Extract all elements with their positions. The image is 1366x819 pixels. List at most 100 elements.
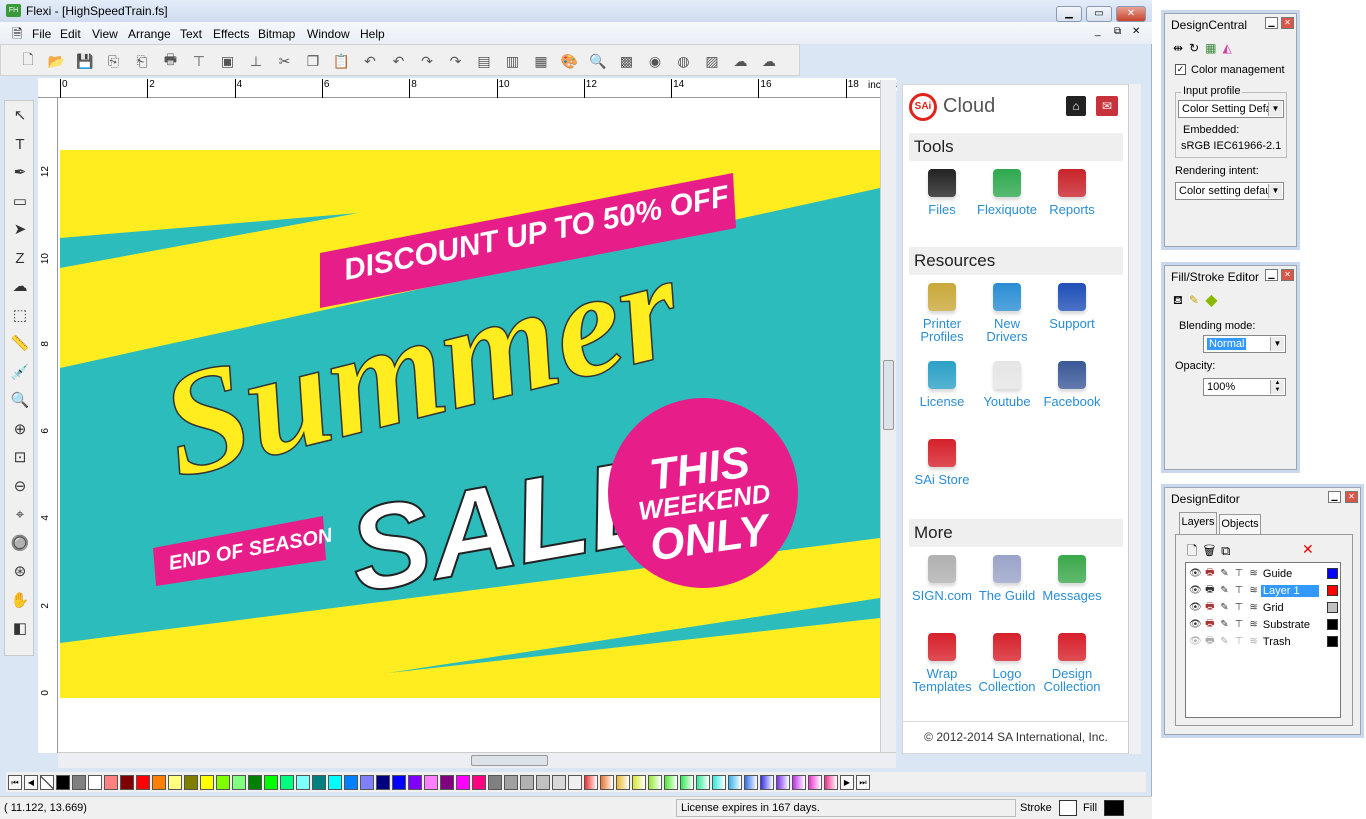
layer-name[interactable]: Guide: [1261, 568, 1319, 580]
cloud-item-sign-com[interactable]: SIGN.com: [909, 555, 975, 602]
menu-help[interactable]: Help: [360, 27, 385, 41]
visibility-icon[interactable]: 👁: [1188, 602, 1203, 613]
color-swatch[interactable]: [360, 774, 374, 790]
color-management-checkbox[interactable]: ✓: [1175, 64, 1186, 75]
pattern-swatch[interactable]: [632, 774, 646, 790]
color-swatch[interactable]: [472, 774, 486, 790]
zoom-fit-tool-icon[interactable]: ⌖: [8, 503, 32, 527]
cloud-item-reports[interactable]: Reports: [1039, 169, 1105, 216]
cloud-item-the-guild[interactable]: The Guild: [974, 555, 1040, 602]
mdi-restore-icon[interactable]: ⧉: [1114, 26, 1121, 37]
mail-icon[interactable]: ✉: [1096, 96, 1118, 116]
color-swatch[interactable]: [184, 774, 198, 790]
cut-icon[interactable]: ⊤: [1232, 568, 1247, 579]
color-swatch[interactable]: [232, 774, 246, 790]
edit-icon[interactable]: ✎: [1217, 636, 1232, 647]
mdi-close-icon[interactable]: ✕: [1132, 26, 1140, 37]
pattern-swatch[interactable]: [616, 774, 630, 790]
undo-icon[interactable]: ↶: [359, 50, 381, 72]
zigzag-tool-icon[interactable]: Z: [8, 247, 32, 271]
cloud-item-printer-profiles[interactable]: Printer Profiles: [909, 283, 975, 343]
layer-row[interactable]: 👁 🖶 ✎ ⊤ ≋ Grid: [1188, 599, 1338, 616]
color-swatch[interactable]: [104, 774, 118, 790]
color-swatch[interactable]: [408, 774, 422, 790]
canvas-vertical-scrollbar[interactable]: [880, 80, 896, 752]
scroll-thumb[interactable]: [883, 360, 894, 430]
color-swatch[interactable]: [280, 774, 294, 790]
edit-icon[interactable]: ✎: [1217, 585, 1232, 596]
cut-icon[interactable]: ✂: [274, 50, 296, 72]
menu-window[interactable]: Window: [307, 27, 350, 41]
mdi-minimize-icon[interactable]: _: [1095, 26, 1101, 37]
minimize-icon[interactable]: ▁: [1328, 491, 1341, 503]
layer-color-swatch[interactable]: [1327, 602, 1338, 613]
node-edit-tool-icon[interactable]: ➤: [8, 218, 32, 242]
minimize-icon[interactable]: ▁: [1265, 17, 1278, 29]
artwork[interactable]: DISCOUNT UP TO 50% OFF Summer END OF SEA…: [58, 98, 880, 752]
color-wheel-icon[interactable]: ◉: [644, 50, 666, 72]
menu-edit[interactable]: Edit: [60, 27, 81, 41]
layer-row[interactable]: 👁 🖶 ✎ ⊤ ≋ Layer 1: [1188, 582, 1338, 599]
pan-tool-icon[interactable]: ✋: [8, 589, 32, 613]
cut-plot-icon[interactable]: ⊤: [188, 50, 210, 72]
cut-icon[interactable]: ⊤: [1232, 585, 1247, 596]
layer-color-swatch[interactable]: [1327, 568, 1338, 579]
stack-icon[interactable]: ≋: [1246, 636, 1261, 647]
pattern-swatch[interactable]: [760, 774, 774, 790]
undo-multi-icon[interactable]: ↶: [388, 50, 410, 72]
save-icon[interactable]: 💾: [74, 50, 96, 72]
blob-tool-icon[interactable]: ☁: [8, 275, 32, 299]
layer-row[interactable]: 👁 🖶 ✎ ⊤ ≋ Guide: [1188, 565, 1338, 582]
redo-multi-icon[interactable]: ↷: [445, 50, 467, 72]
layer-row[interactable]: 👁 🖶 ✎ ⊤ ≋ Trash: [1188, 633, 1338, 650]
color-picker-icon[interactable]: 🔍: [587, 50, 609, 72]
color-swatch[interactable]: [296, 774, 310, 790]
menu-file[interactable]: File: [32, 27, 51, 41]
cloud-scrollbar[interactable]: [1128, 84, 1141, 754]
redo-icon[interactable]: ↷: [416, 50, 438, 72]
layer-name[interactable]: Grid: [1261, 602, 1319, 614]
color-swatch[interactable]: [312, 774, 326, 790]
opacity-spinner[interactable]: 100% ▲ ▼: [1203, 378, 1286, 396]
cloud-item-flexiquote[interactable]: Flexiquote: [974, 169, 1040, 216]
color-swatch[interactable]: [440, 774, 454, 790]
menu-view[interactable]: View: [92, 27, 118, 41]
color-swatch[interactable]: [392, 774, 406, 790]
close-icon[interactable]: ✕: [1345, 491, 1358, 503]
color-swatch[interactable]: [72, 774, 86, 790]
home-icon[interactable]: ⌂: [1066, 96, 1086, 116]
print-icon[interactable]: 🖶: [1203, 633, 1218, 650]
cut-icon[interactable]: ⊤: [1232, 602, 1247, 613]
layer-color-swatch[interactable]: [1327, 585, 1338, 596]
layer-name[interactable]: Trash: [1261, 636, 1319, 648]
layer-name[interactable]: Substrate: [1261, 619, 1319, 631]
close-icon[interactable]: ✕: [1281, 17, 1294, 29]
delete-empty-layers-icon[interactable]: ✕: [1302, 541, 1314, 558]
cloud-download-icon[interactable]: ☁: [758, 50, 780, 72]
menu-text[interactable]: Text: [180, 27, 202, 41]
copy-icon[interactable]: ❐: [302, 50, 324, 72]
close-icon[interactable]: ✕: [1116, 6, 1146, 22]
preview-icon[interactable]: ▦: [530, 50, 552, 72]
layout-icon[interactable]: ▤: [473, 50, 495, 72]
zoom-selection-tool-icon[interactable]: 🔘: [8, 532, 32, 556]
production-icon[interactable]: ⊥: [245, 50, 267, 72]
print-icon[interactable]: 🖶: [1203, 616, 1218, 633]
new-layer-icon[interactable]: 🗋: [1187, 543, 1203, 558]
minimize-icon[interactable]: ▁: [1056, 6, 1082, 22]
pattern-swatch[interactable]: [648, 774, 662, 790]
layer-name[interactable]: Layer 1: [1260, 584, 1320, 597]
export-icon[interactable]: ⎗: [131, 50, 153, 72]
color-swatch[interactable]: [536, 774, 550, 790]
color-swatch[interactable]: [488, 774, 502, 790]
pattern-swatch[interactable]: [664, 774, 678, 790]
fill-stroke-tool-icon[interactable]: ◧: [8, 617, 32, 641]
rectangle-tool-icon[interactable]: ▭: [8, 190, 32, 214]
color-swatch[interactable]: [88, 774, 102, 790]
print-icon[interactable]: 🖶: [1203, 582, 1218, 599]
color-swatch[interactable]: [200, 774, 214, 790]
layer-row[interactable]: 👁 🖶 ✎ ⊤ ≋ Substrate: [1188, 616, 1338, 633]
stroke-tab-icon[interactable]: ✎: [1189, 293, 1205, 307]
visibility-icon[interactable]: 👁: [1188, 636, 1203, 647]
fill-swatch[interactable]: [1104, 800, 1124, 816]
